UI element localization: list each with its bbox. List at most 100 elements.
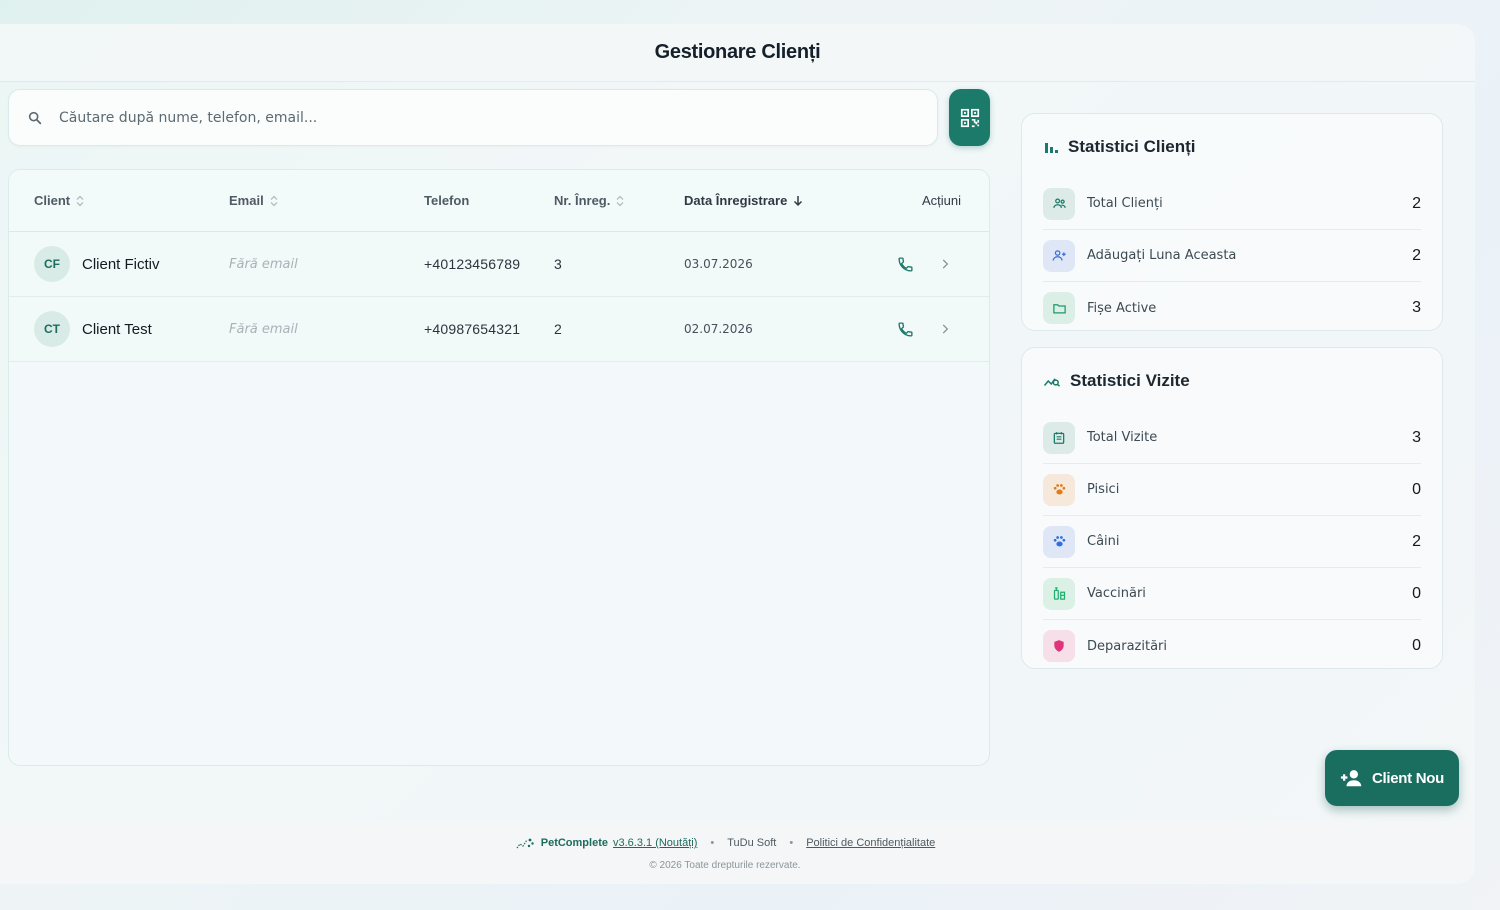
clients-table: Client Email Telefon Nr. Înreg. Data Înr… (8, 169, 990, 766)
search-icon (28, 111, 42, 124)
column-header-reg-count[interactable]: Nr. Înreg. (554, 193, 624, 208)
footer-company: TuDu Soft (727, 837, 777, 849)
new-client-button[interactable]: Client Nou (1325, 750, 1459, 806)
stat-label: Pisici (1087, 482, 1120, 497)
arrow-down-icon (794, 195, 803, 206)
stat-active-files: Fișe Active 3 (1043, 282, 1421, 334)
reg-date-cell: 02.07.2026 (684, 297, 753, 361)
stat-label: Adăugați Luna Aceasta (1087, 248, 1237, 263)
client-name: Client Fictiv (82, 255, 160, 273)
stat-label: Total Vizite (1087, 430, 1158, 445)
trend-search-icon (1043, 378, 1061, 387)
shield-icon (1043, 630, 1075, 662)
page-header: Gestionare Clienți (0, 24, 1475, 82)
footer-separator: • (710, 837, 715, 849)
stat-value: 0 (1412, 637, 1421, 654)
column-label: Email (229, 193, 264, 208)
column-header-phone: Telefon (424, 193, 469, 208)
sort-icon (76, 195, 84, 206)
qr-scan-button[interactable] (949, 89, 990, 146)
stat-cats: Pisici 0 (1043, 464, 1421, 516)
paw-icon (1043, 525, 1075, 558)
column-header-client[interactable]: Client (34, 193, 84, 208)
sort-icon (270, 195, 278, 206)
paw-icon (1043, 473, 1075, 506)
reg-count-value: 2 (554, 321, 562, 337)
stat-label: Total Clienți (1087, 196, 1163, 211)
column-label: Acțiuni (922, 193, 962, 208)
avatar: CT (34, 311, 70, 347)
bar-chart-icon (1045, 143, 1058, 153)
table-row[interactable]: CT Client Test Fără email +40987654321 2… (9, 297, 989, 362)
client-stats-header: Statistici Clienți (1043, 114, 1421, 178)
stat-value: 2 (1412, 194, 1421, 212)
stat-label: Câini (1087, 534, 1120, 549)
reg-count-cell: 3 (554, 232, 562, 296)
calendar-icon (1043, 421, 1075, 454)
stat-value: 2 (1412, 532, 1421, 550)
phone-value: +40987654321 (424, 321, 521, 337)
chevron-right-icon[interactable] (933, 317, 957, 341)
reg-date-value: 02.07.2026 (684, 322, 753, 336)
folder-icon (1043, 292, 1075, 324)
stat-label: Deparazitări (1087, 638, 1167, 654)
footer: PetComplete v3.6.3.1 (Noutăți) • TuDu So… (0, 821, 1475, 884)
chevron-right-icon[interactable] (933, 252, 957, 276)
reg-date-cell: 03.07.2026 (684, 232, 753, 296)
visit-stats-card: Statistici Vizite Total Vizite 3 Pisici … (1021, 347, 1443, 669)
reg-count-value: 3 (554, 256, 562, 272)
qr-code-icon (960, 108, 979, 127)
phone-cell: +40987654321 (424, 297, 520, 361)
stat-value: 3 (1412, 428, 1421, 446)
client-cell: CF Client Fictiv (34, 232, 160, 296)
stat-value: 0 (1412, 480, 1421, 498)
footer-brand: PetComplete (540, 837, 608, 849)
column-header-email[interactable]: Email (229, 193, 278, 208)
client-stats-title: Statistici Clienți (1068, 137, 1196, 156)
open-details-button[interactable] (933, 232, 957, 296)
visit-stats-title: Statistici Vizite (1070, 371, 1190, 390)
stat-deworming: Deparazitări 0 (1043, 620, 1421, 672)
stat-dogs: Câini 2 (1043, 516, 1421, 568)
call-button[interactable] (893, 297, 917, 361)
email-value: Fără email (229, 321, 298, 337)
search-bar (8, 89, 938, 146)
phone-icon[interactable] (893, 252, 917, 276)
version-link[interactable]: v3.6.3.1 (Noutăți) (613, 837, 697, 849)
people-icon (1043, 187, 1075, 220)
stat-total-visits: Total Vizite 3 (1043, 412, 1421, 464)
table-row[interactable]: CF Client Fictiv Fără email +40123456789… (9, 232, 989, 297)
stat-value: 0 (1412, 584, 1421, 602)
phone-icon[interactable] (893, 317, 917, 341)
stat-value: 3 (1412, 299, 1421, 316)
vaccine-icon (1043, 577, 1075, 610)
avatar: CF (34, 246, 70, 282)
email-cell: Fără email (229, 297, 298, 361)
privacy-policy-link[interactable]: Politici de Confidențialitate (806, 837, 935, 849)
phone-value: +40123456789 (424, 256, 521, 272)
reg-count-cell: 2 (554, 297, 562, 361)
column-label: Telefon (424, 193, 470, 208)
client-name: Client Test (82, 320, 152, 338)
column-label: Nr. Înreg. (554, 193, 611, 208)
stat-vaccinations: Vaccinări 0 (1043, 568, 1421, 620)
client-stats-card: Statistici Clienți Total Clienți 2 Adăug… (1021, 113, 1443, 331)
footer-info: PetComplete v3.6.3.1 (Noutăți) • TuDu So… (0, 836, 1450, 850)
column-header-reg-date[interactable]: Data Înregistrare (684, 193, 803, 208)
reg-date-value: 03.07.2026 (684, 257, 753, 271)
column-header-actions: Acțiuni (922, 193, 961, 208)
open-details-button[interactable] (933, 297, 957, 361)
visit-stats-header: Statistici Vizite (1043, 348, 1421, 412)
paw-logo-icon (516, 838, 534, 849)
stat-label: Fișe Active (1087, 300, 1157, 316)
client-cell: CT Client Test (34, 297, 152, 361)
stat-total-clients: Total Clienți 2 (1043, 178, 1421, 230)
table-header: Client Email Telefon Nr. Înreg. Data Înr… (9, 170, 989, 232)
page-title: Gestionare Clienți (654, 41, 821, 63)
person-add-icon (1340, 770, 1362, 787)
email-cell: Fără email (229, 232, 298, 296)
stat-value: 2 (1412, 246, 1421, 264)
search-input[interactable] (59, 90, 937, 145)
call-button[interactable] (893, 232, 917, 296)
column-label: Client (34, 193, 71, 208)
